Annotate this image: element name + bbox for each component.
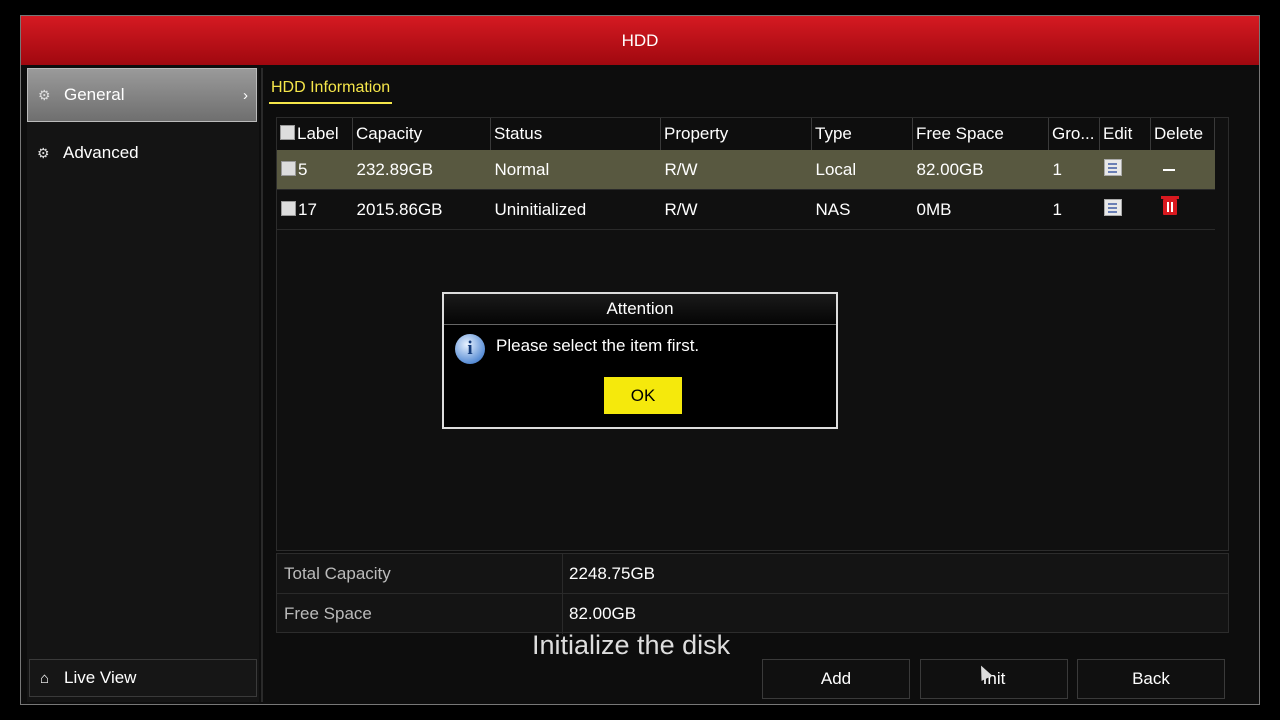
- row-free-space: 0MB: [912, 189, 1049, 230]
- free-space-label: Free Space: [284, 603, 372, 623]
- trash-icon[interactable]: [1160, 196, 1179, 215]
- table-row[interactable]: 5 232.89GB Normal R/W Local 82.00GB 1: [277, 150, 1215, 190]
- row-capacity: 2015.86GB: [352, 189, 491, 230]
- row-group: 1: [1048, 189, 1100, 230]
- window-title: HDD: [21, 16, 1259, 65]
- row-checkbox[interactable]: [281, 200, 296, 216]
- sidebar-item-label: Advanced: [63, 143, 139, 162]
- row-free-space: 82.00GB: [912, 150, 1049, 190]
- row-status: Uninitialized: [490, 189, 661, 230]
- row-checkbox[interactable]: [281, 160, 296, 176]
- row-edit-cell: [1099, 189, 1151, 230]
- row-status: Normal: [490, 150, 661, 190]
- gear-icon: ⚙: [38, 86, 51, 103]
- tab-hdd-information[interactable]: HDD Information: [269, 74, 393, 104]
- row-group: 1: [1048, 150, 1100, 190]
- total-capacity-row: Total Capacity 2248.75GB: [277, 554, 1228, 594]
- tab-bar: HDD Information: [269, 70, 1255, 104]
- chevron-right-icon: ›: [243, 86, 248, 104]
- sidebar-item-general[interactable]: ⚙ General ›: [27, 68, 257, 122]
- table-header-row: Label Capacity Status Property Type Free…: [277, 118, 1215, 150]
- row-type: NAS: [811, 189, 913, 230]
- live-view-button[interactable]: ⌂ Live View: [29, 659, 257, 697]
- column-header-label[interactable]: Label: [277, 118, 353, 150]
- sidebar-item-label: General: [64, 85, 125, 104]
- row-delete-cell: [1150, 189, 1215, 230]
- column-header-capacity[interactable]: Capacity: [352, 118, 491, 150]
- minus-icon: [1162, 169, 1175, 172]
- column-header-edit: Edit: [1099, 118, 1151, 150]
- hdd-table: Label Capacity Status Property Type Free…: [277, 118, 1215, 230]
- sidebar-divider: [261, 68, 263, 702]
- live-view-label: Live View: [64, 668, 137, 687]
- row-capacity: 232.89GB: [352, 150, 491, 190]
- free-space-value: 82.00GB: [569, 603, 637, 623]
- row-label-cell: 5: [277, 150, 353, 190]
- row-label-cell: 17: [277, 189, 353, 230]
- row-property: R/W: [660, 150, 812, 190]
- total-capacity-value: 2248.75GB: [569, 563, 656, 583]
- row-property: R/W: [660, 189, 812, 230]
- table-row[interactable]: 17 2015.86GB Uninitialized R/W NAS 0MB 1: [277, 189, 1215, 230]
- row-type: Local: [811, 150, 913, 190]
- row-edit-cell: [1099, 150, 1151, 190]
- capacity-summary: Total Capacity 2248.75GB Free Space 82.0…: [276, 553, 1229, 634]
- ok-button[interactable]: OK: [604, 377, 682, 414]
- column-header-group[interactable]: Gro...: [1048, 118, 1100, 150]
- gears-icon: ⚙: [37, 144, 50, 161]
- free-space-row: Free Space 82.00GB: [277, 594, 1228, 633]
- dialog-message: Please select the item first.: [496, 336, 700, 355]
- column-header-status[interactable]: Status: [490, 118, 661, 150]
- video-caption: Initialize the disk: [532, 630, 731, 660]
- column-header-property[interactable]: Property: [660, 118, 812, 150]
- edit-icon[interactable]: [1103, 198, 1122, 216]
- dialog-title: Attention: [444, 294, 836, 325]
- column-header-free-space[interactable]: Free Space: [912, 118, 1049, 150]
- attention-dialog: Attention i Please select the item first…: [442, 292, 838, 429]
- home-icon: ⌂: [40, 669, 50, 687]
- row-delete-cell: [1150, 150, 1215, 190]
- add-button[interactable]: Add: [762, 659, 910, 699]
- init-button[interactable]: Init: [920, 659, 1068, 699]
- sidebar: ⚙ General › ⚙ Advanced ⌂ Live View: [27, 68, 259, 702]
- edit-icon[interactable]: [1103, 158, 1122, 176]
- column-header-delete: Delete: [1150, 118, 1215, 150]
- back-button[interactable]: Back: [1077, 659, 1225, 699]
- column-header-type[interactable]: Type: [811, 118, 913, 150]
- info-icon: i: [455, 334, 485, 364]
- select-all-checkbox[interactable]: [280, 125, 295, 140]
- total-capacity-label: Total Capacity: [284, 563, 391, 583]
- sidebar-item-advanced[interactable]: ⚙ Advanced: [27, 126, 257, 180]
